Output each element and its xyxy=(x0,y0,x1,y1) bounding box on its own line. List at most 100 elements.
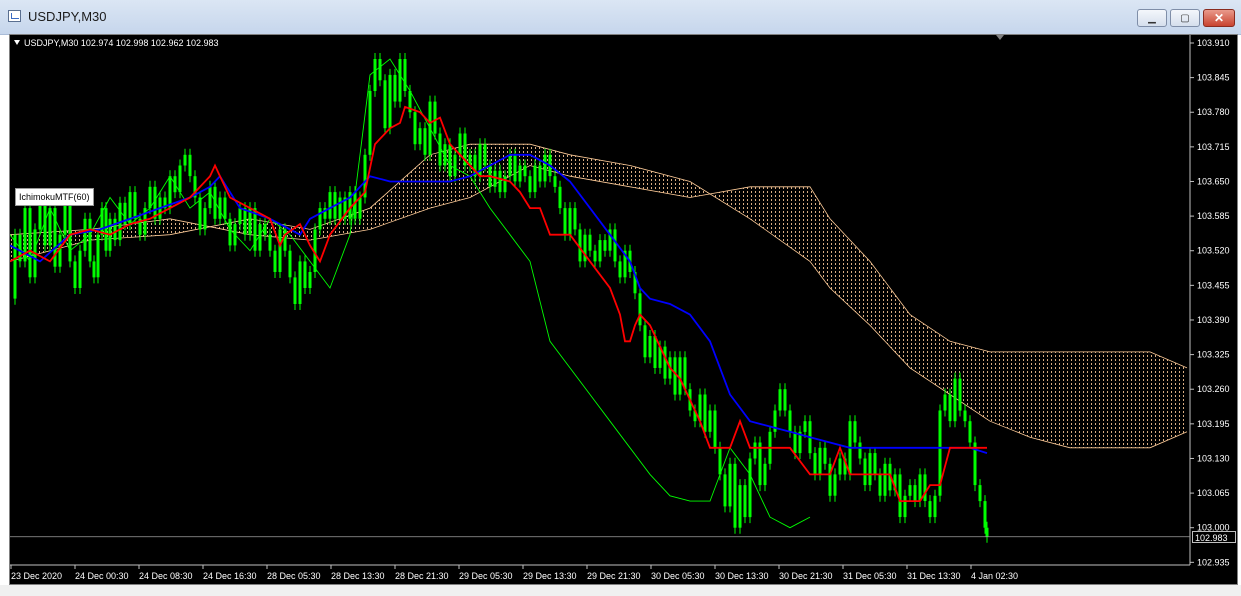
symbol-info[interactable]: USDJPY,M30 102.974 102.998 102.962 102.9… xyxy=(14,38,219,48)
price-candle xyxy=(398,59,402,102)
price-candle xyxy=(443,144,447,166)
kijun-sen-line xyxy=(10,153,988,454)
price-candle xyxy=(493,170,497,187)
chart-shift-marker-icon[interactable] xyxy=(996,35,1004,40)
price-candle xyxy=(873,453,877,475)
dropdown-triangle-icon[interactable] xyxy=(14,40,20,45)
price-candle xyxy=(728,463,732,507)
y-tick-label: 103.390 xyxy=(1197,315,1230,325)
price-candle xyxy=(104,208,108,251)
price-candle xyxy=(743,485,747,518)
price-candle xyxy=(503,176,507,193)
price-candle xyxy=(288,250,292,278)
price-candle xyxy=(238,208,242,225)
x-tick-label: 28 Dec 13:30 xyxy=(331,571,385,581)
price-candle xyxy=(353,192,357,219)
price-candle xyxy=(228,218,232,246)
price-candle xyxy=(278,229,282,272)
price-candle xyxy=(283,229,287,251)
close-button[interactable]: ✕ xyxy=(1203,9,1235,27)
y-tick-label: 102.935 xyxy=(1197,557,1230,567)
y-tick-label: 103.325 xyxy=(1197,350,1230,360)
chart-canvas[interactable]: 103.910 103.845 103.780 103.715 103.650 103.5… xyxy=(10,35,1238,585)
price-candle xyxy=(153,186,157,219)
y-tick-label: 103.260 xyxy=(1197,384,1230,394)
price-candle xyxy=(878,474,882,496)
price-candle xyxy=(568,208,572,235)
price-candle xyxy=(403,59,407,91)
price-candle xyxy=(683,357,687,390)
price-candle xyxy=(208,186,212,209)
price-candle xyxy=(113,218,117,241)
x-tick-label: 29 Dec 13:30 xyxy=(523,571,577,581)
y-tick-label: 103.520 xyxy=(1197,246,1230,256)
price-candle xyxy=(28,208,32,278)
price-candle xyxy=(198,197,202,230)
price-candle xyxy=(703,394,707,432)
price-candle xyxy=(783,389,787,411)
price-candle xyxy=(233,224,237,246)
y-tick-label: 103.065 xyxy=(1197,488,1230,498)
price-candle xyxy=(498,170,502,193)
price-candle xyxy=(308,272,312,288)
price-candle xyxy=(358,197,362,219)
price-candle xyxy=(338,197,342,219)
price-candle xyxy=(178,165,182,193)
price-candle xyxy=(388,74,392,129)
price-candle xyxy=(173,176,177,193)
price-candle xyxy=(603,240,607,251)
y-tick-label: 103.910 xyxy=(1197,38,1230,48)
price-candle xyxy=(558,186,562,209)
price-candle xyxy=(100,208,104,235)
price-candle xyxy=(738,485,742,528)
y-tick-label: 103.845 xyxy=(1197,73,1230,83)
price-candle xyxy=(928,501,932,518)
ichimoku-cloud xyxy=(10,144,1187,448)
price-candle xyxy=(148,186,152,209)
symbol-info-text: USDJPY,M30 102.974 102.998 102.962 102.9… xyxy=(24,38,219,48)
price-candle xyxy=(958,378,962,411)
price-candle xyxy=(318,208,322,230)
y-tick-label: 103.650 xyxy=(1197,176,1230,186)
window-bottom-border xyxy=(0,585,1241,596)
current-price-label: 102.983 xyxy=(1192,530,1236,543)
price-candle xyxy=(383,80,387,129)
price-candle xyxy=(188,154,192,177)
indicator-label[interactable]: IchimokuMTF(60) xyxy=(15,188,94,206)
price-candle xyxy=(73,261,77,288)
x-tick-label: 30 Dec 05:30 xyxy=(651,571,705,581)
price-candle xyxy=(378,59,382,81)
y-tick-label: 103.585 xyxy=(1197,211,1230,221)
price-candle xyxy=(13,234,17,299)
price-candle xyxy=(508,154,512,177)
price-candle xyxy=(96,234,100,278)
price-candle xyxy=(413,112,417,145)
price-candle xyxy=(983,501,987,528)
price-candle xyxy=(613,229,617,262)
price-candle xyxy=(458,133,462,155)
price-chart[interactable]: 103.910 103.845 103.780 103.715 103.650 103.5… xyxy=(9,34,1238,585)
price-candle xyxy=(78,250,82,288)
window-titlebar[interactable]: USDJPY,M30 ▁ ▢ ✕ xyxy=(0,0,1241,35)
price-candle xyxy=(833,474,837,496)
price-candle xyxy=(68,197,72,262)
price-candle xyxy=(92,261,96,278)
minimize-button[interactable]: ▁ xyxy=(1137,9,1167,27)
price-candle xyxy=(83,218,87,251)
price-candle xyxy=(428,101,432,155)
price-candle xyxy=(453,154,457,177)
x-tick-label: 24 Dec 00:30 xyxy=(75,571,129,581)
price-candle xyxy=(273,250,277,272)
price-candle xyxy=(868,453,872,486)
price-candle xyxy=(953,378,957,422)
price-candle xyxy=(438,133,442,166)
maximize-button[interactable]: ▢ xyxy=(1170,9,1200,27)
price-candle xyxy=(963,410,967,422)
price-candle xyxy=(678,357,682,395)
price-candle xyxy=(573,208,577,230)
price-candle xyxy=(793,431,797,454)
y-tick-label: 103.130 xyxy=(1197,453,1230,463)
x-tick-label: 29 Dec 21:30 xyxy=(587,571,641,581)
price-candle xyxy=(818,447,822,475)
price-candle xyxy=(778,389,782,411)
